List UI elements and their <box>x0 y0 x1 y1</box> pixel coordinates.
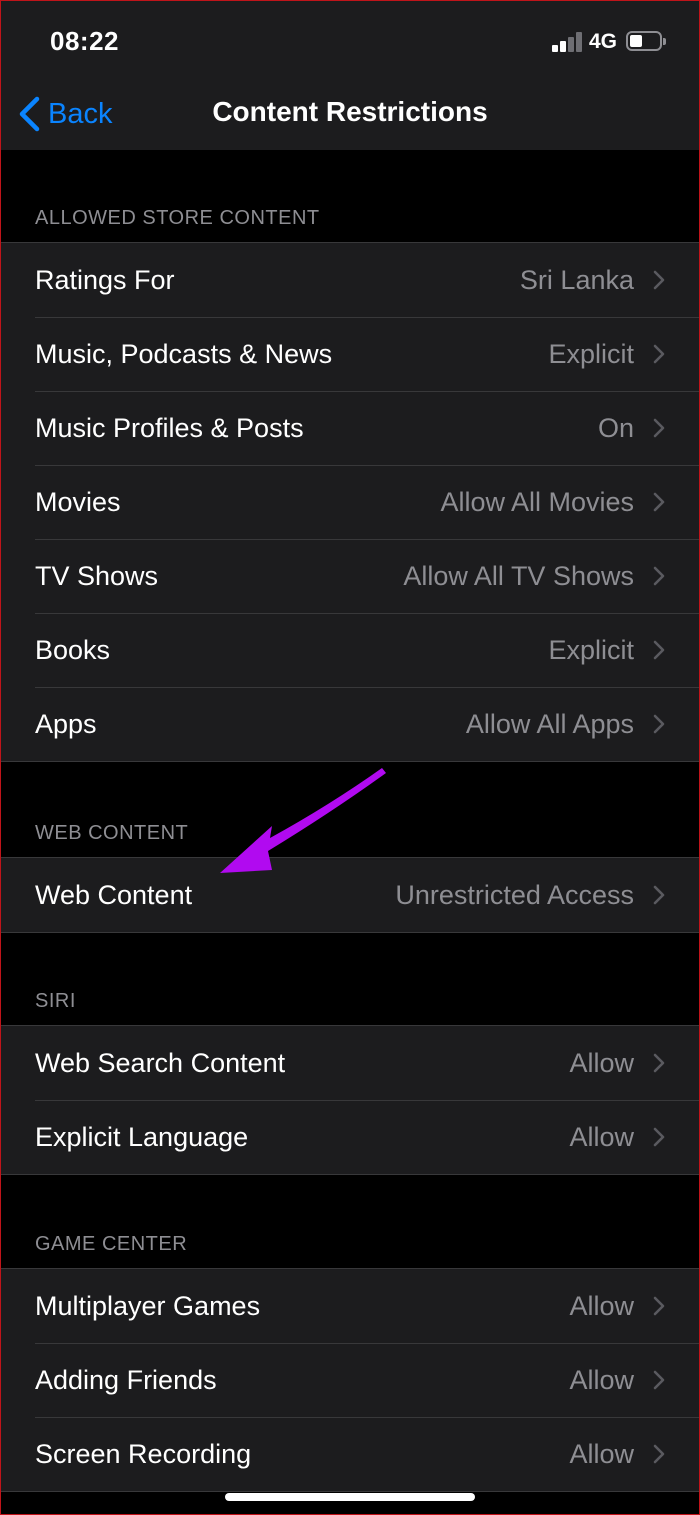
row-label: Books <box>35 635 111 665</box>
row-value: Unrestricted Access <box>395 880 634 910</box>
row-label: Music, Podcasts & News <box>35 339 333 369</box>
chevron-right-icon <box>653 714 665 734</box>
row-label: Web Search Content <box>35 1048 286 1078</box>
row-label: Ratings For <box>35 265 175 295</box>
explicit-language-row[interactable]: Explicit Language Allow <box>0 1100 700 1174</box>
section-header-game-center: GAME CENTER <box>35 1233 188 1255</box>
row-label: TV Shows <box>35 561 159 591</box>
status-bar: 08:22 4G <box>0 0 700 80</box>
row-label: Apps <box>35 709 97 739</box>
chevron-right-icon <box>653 566 665 586</box>
web-content-row[interactable]: Web Content Unrestricted Access <box>0 858 700 932</box>
chevron-right-icon <box>653 344 665 364</box>
page-title: Content Restrictions <box>212 96 488 127</box>
chevron-right-icon <box>653 418 665 438</box>
battery-icon <box>626 31 666 53</box>
chevron-right-icon <box>653 640 665 660</box>
row-label: Multiplayer Games <box>35 1291 261 1321</box>
multiplayer-games-row[interactable]: Multiplayer Games Allow <box>0 1269 700 1343</box>
chevron-right-icon <box>653 885 665 905</box>
status-time: 08:22 <box>50 26 119 56</box>
row-value: Allow <box>569 1365 634 1395</box>
row-label: Web Content <box>35 880 193 910</box>
navigation-bar: Back Content Restrictions <box>0 80 700 150</box>
row-value: Explicit <box>548 339 634 369</box>
row-value: Allow <box>569 1291 634 1321</box>
adding-friends-row[interactable]: Adding Friends Allow <box>0 1343 700 1417</box>
siri-group: Web Search Content Allow Explicit Langua… <box>0 1025 700 1175</box>
web-content-group: Web Content Unrestricted Access <box>0 857 700 933</box>
row-value: Allow <box>569 1122 634 1152</box>
row-label: Movies <box>35 487 121 517</box>
chevron-right-icon <box>653 492 665 512</box>
row-value: Sri Lanka <box>519 265 634 295</box>
network-type: 4G <box>589 30 618 53</box>
chevron-right-icon <box>653 270 665 290</box>
music-profiles-posts-row[interactable]: Music Profiles & Posts On <box>0 391 700 465</box>
apps-row[interactable]: Apps Allow All Apps <box>0 687 700 761</box>
allowed-store-content-group: Ratings For Sri Lanka Music, Podcasts & … <box>0 242 700 762</box>
game-center-group: Multiplayer Games Allow Adding Friends A… <box>0 1268 700 1492</box>
ratings-for-row[interactable]: Ratings For Sri Lanka <box>0 243 700 317</box>
screen-recording-row[interactable]: Screen Recording Allow <box>0 1417 700 1491</box>
row-value: Explicit <box>548 635 634 665</box>
row-label: Adding Friends <box>35 1365 217 1395</box>
web-search-content-row[interactable]: Web Search Content Allow <box>0 1026 700 1100</box>
chevron-right-icon <box>653 1296 665 1316</box>
section-header-web-content: WEB CONTENT <box>35 822 189 844</box>
chevron-right-icon <box>653 1444 665 1464</box>
row-label: Explicit Language <box>35 1122 249 1152</box>
home-indicator[interactable] <box>225 1493 475 1501</box>
chevron-right-icon <box>653 1370 665 1390</box>
section-header-siri: SIRI <box>35 990 76 1012</box>
row-label: Screen Recording <box>35 1439 252 1469</box>
tv-shows-row[interactable]: TV Shows Allow All TV Shows <box>0 539 700 613</box>
row-value: Allow All TV Shows <box>403 561 634 591</box>
music-podcasts-news-row[interactable]: Music, Podcasts & News Explicit <box>0 317 700 391</box>
books-row[interactable]: Books Explicit <box>0 613 700 687</box>
cellular-signal-icon <box>552 32 584 52</box>
row-label: Music Profiles & Posts <box>35 413 304 443</box>
row-value: Allow <box>569 1048 634 1078</box>
row-value: Allow All Apps <box>465 709 634 739</box>
section-header-allowed-store-content: ALLOWED STORE CONTENT <box>35 207 320 229</box>
movies-row[interactable]: Movies Allow All Movies <box>0 465 700 539</box>
chevron-right-icon <box>653 1127 665 1147</box>
chevron-right-icon <box>653 1053 665 1073</box>
row-value: Allow <box>569 1439 634 1469</box>
row-value: On <box>597 413 634 443</box>
row-value: Allow All Movies <box>440 487 634 517</box>
